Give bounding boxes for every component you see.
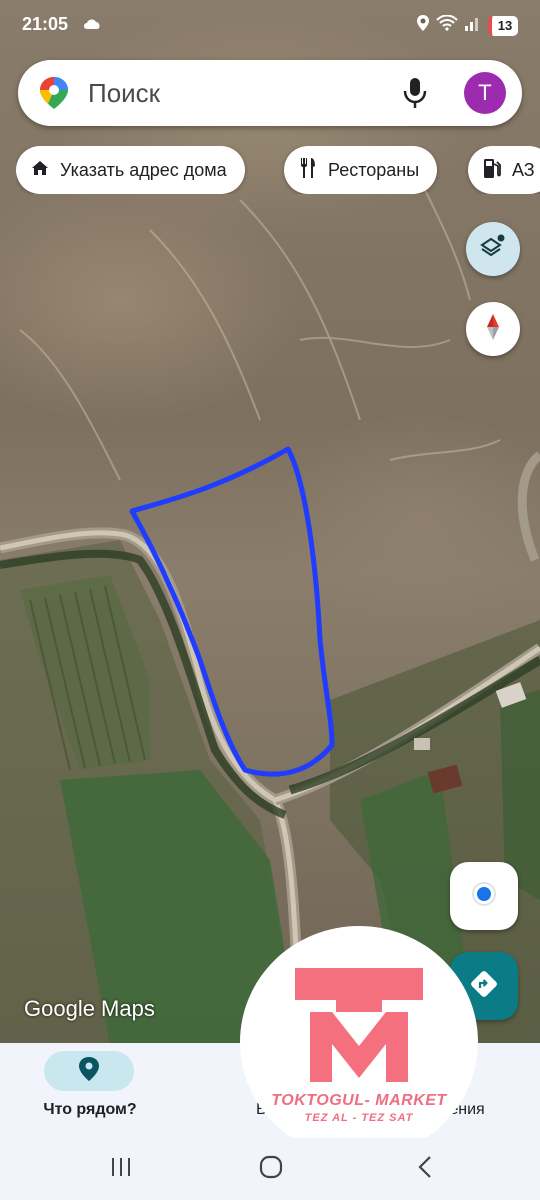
- chip-label: Указать адрес дома: [60, 159, 227, 180]
- location-status-icon: [416, 14, 430, 37]
- home-circle-icon: [258, 1154, 284, 1185]
- microphone-icon[interactable]: [402, 76, 428, 115]
- watermark-brand: TOKTOGUL- MARKET: [271, 1092, 447, 1109]
- recent-apps-button[interactable]: [106, 1154, 136, 1184]
- category-chips: Указать адрес дома Рестораны АЗ: [16, 146, 540, 194]
- my-location-icon: [471, 881, 497, 912]
- chip-restaurants[interactable]: Рестораны: [284, 146, 438, 194]
- chip-home-address[interactable]: Указать адрес дома: [16, 146, 245, 194]
- home-icon: [30, 158, 50, 183]
- toktogul-market-logo: [295, 968, 423, 1082]
- back-chevron-icon: [415, 1154, 435, 1185]
- wifi-icon: [436, 14, 458, 36]
- nav-explore-button[interactable]: [44, 1051, 134, 1091]
- chip-label: АЗ: [512, 159, 535, 180]
- signal-icon: [464, 15, 482, 36]
- compass-icon: [481, 312, 505, 347]
- layers-button[interactable]: [466, 222, 520, 276]
- account-avatar[interactable]: T: [464, 72, 506, 114]
- chip-label: Рестораны: [328, 159, 420, 180]
- compass-button[interactable]: [466, 302, 520, 356]
- home-button[interactable]: [256, 1154, 286, 1184]
- cloud-icon: [82, 16, 102, 35]
- search-input[interactable]: Поиск: [88, 78, 160, 109]
- status-bar: 21:05 13: [0, 0, 540, 50]
- layers-icon: [479, 233, 507, 266]
- status-time: 21:05: [22, 14, 69, 34]
- nav-explore-label[interactable]: Что рядом?: [20, 1101, 160, 1119]
- location-pin-icon: [78, 1056, 100, 1087]
- gas-station-icon: [482, 157, 502, 184]
- my-location-button[interactable]: [450, 862, 518, 930]
- google-maps-pin-icon: [38, 75, 70, 116]
- google-maps-attribution: Google Maps: [24, 996, 155, 1021]
- search-bar[interactable]: Поиск T: [18, 60, 522, 126]
- watermark-tagline: TEZ AL - TEZ SAT: [304, 1112, 414, 1124]
- battery-indicator: 13: [488, 15, 518, 36]
- back-button[interactable]: [410, 1154, 440, 1184]
- toktogul-market-watermark: TOKTOGUL- MARKET TEZ AL - TEZ SAT: [240, 926, 478, 1158]
- system-navigation-bar: [0, 1138, 540, 1200]
- chip-gas-stations[interactable]: АЗ: [468, 146, 540, 194]
- recent-apps-icon: [109, 1156, 133, 1183]
- restaurant-icon: [298, 157, 318, 184]
